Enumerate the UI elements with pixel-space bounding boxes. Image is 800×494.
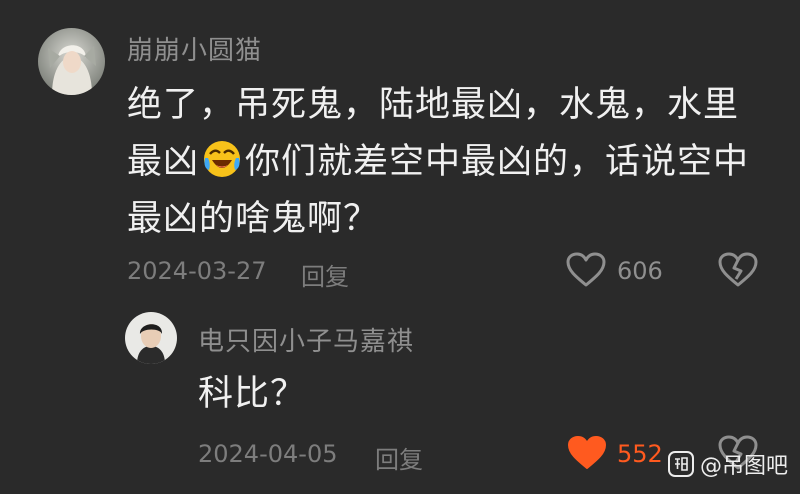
heart-filled-icon[interactable]	[566, 434, 608, 472]
avatar[interactable]	[125, 312, 177, 364]
crying-laughing-emoji	[204, 141, 241, 177]
broken-heart-icon[interactable]	[717, 251, 759, 289]
reply-button[interactable]: 回复	[375, 440, 423, 475]
like-count: 552	[617, 440, 663, 468]
like-count: 606	[617, 257, 663, 285]
username[interactable]: 崩崩小圆猫	[127, 30, 262, 67]
username[interactable]: 电只因小子马嘉祺	[198, 321, 414, 358]
comment-date: 2024-03-27	[127, 257, 267, 285]
reply-button[interactable]: 回复	[301, 257, 349, 292]
watermark-text: @吊图吧	[699, 454, 788, 479]
avatar[interactable]	[38, 28, 105, 95]
comment-text: 科比？	[198, 374, 307, 414]
comment-date: 2024-04-05	[198, 440, 338, 468]
comment-text: 绝了，吊死鬼，陆地最凶，水鬼，水里最凶 你们就差空中最凶的，话说空中最凶的啥鬼啊…	[127, 77, 772, 248]
watermark: @吊图吧	[667, 448, 788, 480]
heart-outline-icon[interactable]	[565, 251, 607, 289]
tieba-logo-icon	[667, 451, 694, 477]
